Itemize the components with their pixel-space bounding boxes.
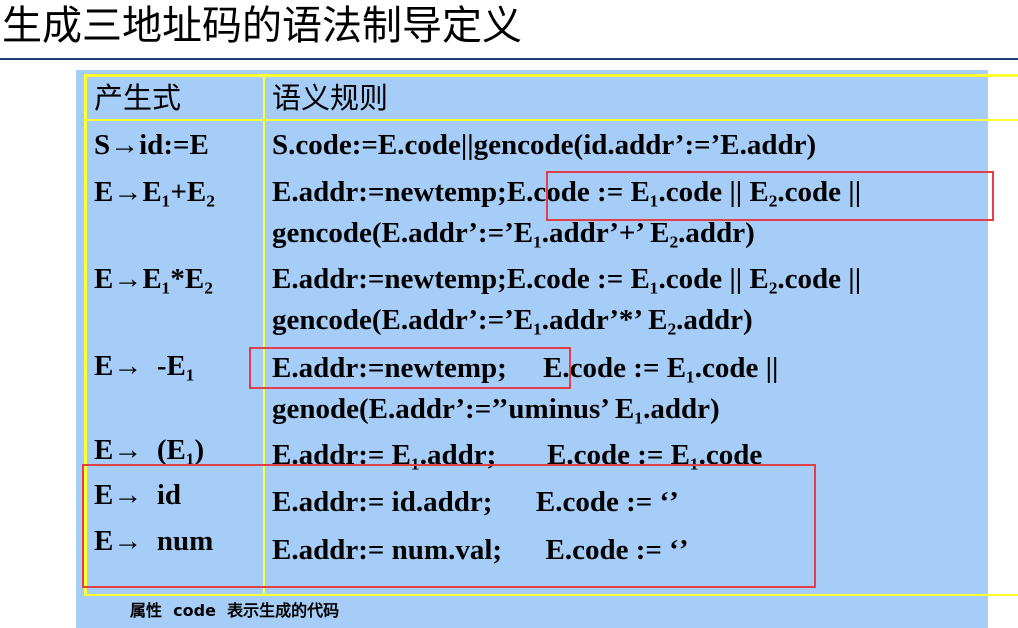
highlight-box-id-num	[82, 464, 816, 588]
rule-line: genode(E.addr’:=’’uminus’ E₁.addr)	[272, 393, 720, 425]
page-title: 生成三地址码的语法制导定义	[2, 3, 522, 49]
production-cell: E→E₁*E₂	[94, 263, 213, 295]
table-border-top	[84, 74, 1018, 77]
footnote-caption: 属性 code 表示生成的代码	[130, 601, 340, 620]
highlight-box-newtemp	[249, 347, 571, 389]
table-header-divider	[84, 119, 1018, 121]
highlight-box-code-concat	[546, 171, 994, 221]
rule-line: gencode(E.addr’:=’E₁.addr’*’ E₂.addr)	[272, 304, 753, 336]
rule-line: E.addr:=newtemp;E.code := E₁.code || E₂.…	[272, 263, 862, 295]
header-semantic-rule: 语义规则	[272, 81, 389, 115]
header-production: 产生式	[94, 81, 182, 115]
rule-line: S.code:=E.code||gencode(id.addr’:=’E.add…	[272, 129, 817, 161]
title-divider	[0, 58, 1018, 60]
production-cell: E→ -E₁	[94, 350, 195, 382]
table-border-bottom	[84, 594, 1018, 596]
production-cell: E→E₁+E₂	[94, 176, 215, 208]
production-cell: S→id:=E	[94, 129, 209, 161]
